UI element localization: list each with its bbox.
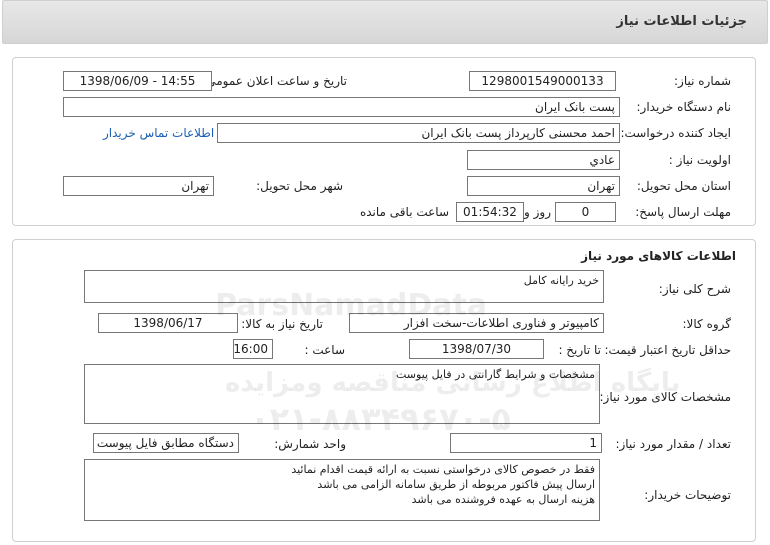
buyer-org-label: نام دستگاه خریدار: (636, 100, 732, 114)
unit-label: واحد شمارش: (274, 437, 346, 451)
goods-section-title: اطلاعات کالاهای مورد نیاز (581, 249, 736, 263)
creator-label: ایجاد کننده درخواست: (620, 126, 731, 140)
days-label: روز و (524, 205, 551, 219)
until-date-label: تا تاریخ : (558, 343, 601, 357)
priority-label: اولویت نیاز : (668, 153, 731, 167)
need-number-label: شماره نیاز: (674, 74, 731, 88)
province-label: استان محل تحویل: (636, 179, 731, 193)
specs-label: مشخصات کالای مورد نیاز: (599, 390, 731, 404)
priority-field: عادي (467, 150, 620, 170)
goods-info-panel: اطلاعات کالاهای مورد نیاز شرح کلی نیاز: … (12, 239, 756, 542)
announce-datetime-label: تاریخ و ساعت اعلان عمومی: (202, 74, 347, 88)
province-field: تهران (467, 176, 620, 196)
need-number-field: 1298001549000133 (469, 71, 616, 91)
buyer-note-line: ارسال پیش فاکتور مربوطه از طریق سامانه ا… (317, 478, 595, 491)
need-date-label: تاریخ نیاز به کالا: (241, 317, 323, 331)
buyer-notes-label: توضیحات خریدار: (644, 488, 731, 502)
announce-datetime-field: 1398/06/09 - 14:55 (63, 71, 212, 91)
goods-group-label: گروه کالا: (682, 317, 732, 331)
page-title: جزئیات اطلاعات نیاز (616, 14, 747, 29)
summary-label: شرح کلی نیاز: (658, 282, 731, 296)
buyer-notes-field: فقط در خصوص کالای درخواستی نسبت به ارائه… (84, 459, 600, 521)
deadline-label: مهلت ارسال پاسخ: (635, 205, 731, 219)
qty-label: تعداد / مقدار مورد نیاز: (615, 437, 731, 451)
unit-field: دستگاه مطابق فایل پیوست (93, 433, 239, 453)
time-label: ساعت : (304, 343, 345, 357)
need-info-panel: شماره نیاز: 1298001549000133 تاریخ و ساع… (12, 57, 756, 226)
price-validity-label: حداقل تاریخ اعتبار قیمت: (604, 343, 731, 357)
city-field: تهران (63, 176, 214, 196)
creator-field: احمد محسنی کارپرداز پست بانک ایران (217, 123, 620, 143)
deadline-time-field: 01:54:32 (456, 202, 524, 222)
city-label: شهر محل تحویل: (256, 179, 343, 193)
qty-field: 1 (450, 433, 602, 453)
buyer-org-field: پست بانک ایران (63, 97, 620, 117)
deadline-days-field: 0 (555, 202, 616, 222)
page-header: جزئیات اطلاعات نیاز (2, 0, 768, 44)
buyer-contact-link[interactable]: اطلاعات تماس خریدار (103, 126, 214, 140)
until-date-field: 1398/07/30 (409, 339, 544, 359)
remaining-label: ساعت باقی مانده (359, 205, 449, 219)
specs-field: مشخصات و شرایط گارانتی در فایل پیوست (84, 364, 600, 424)
summary-field: خرید رایانه کامل (84, 270, 604, 303)
time-field: 16:00 (233, 339, 273, 359)
need-date-field: 1398/06/17 (98, 313, 238, 333)
buyer-note-line: فقط در خصوص کالای درخواستی نسبت به ارائه… (291, 463, 595, 476)
buyer-note-line: هزینه ارسال به عهده فروشنده می باشد (411, 493, 595, 506)
goods-group-field: کامپیوتر و فناوری اطلاعات-سخت افزار (349, 313, 604, 333)
